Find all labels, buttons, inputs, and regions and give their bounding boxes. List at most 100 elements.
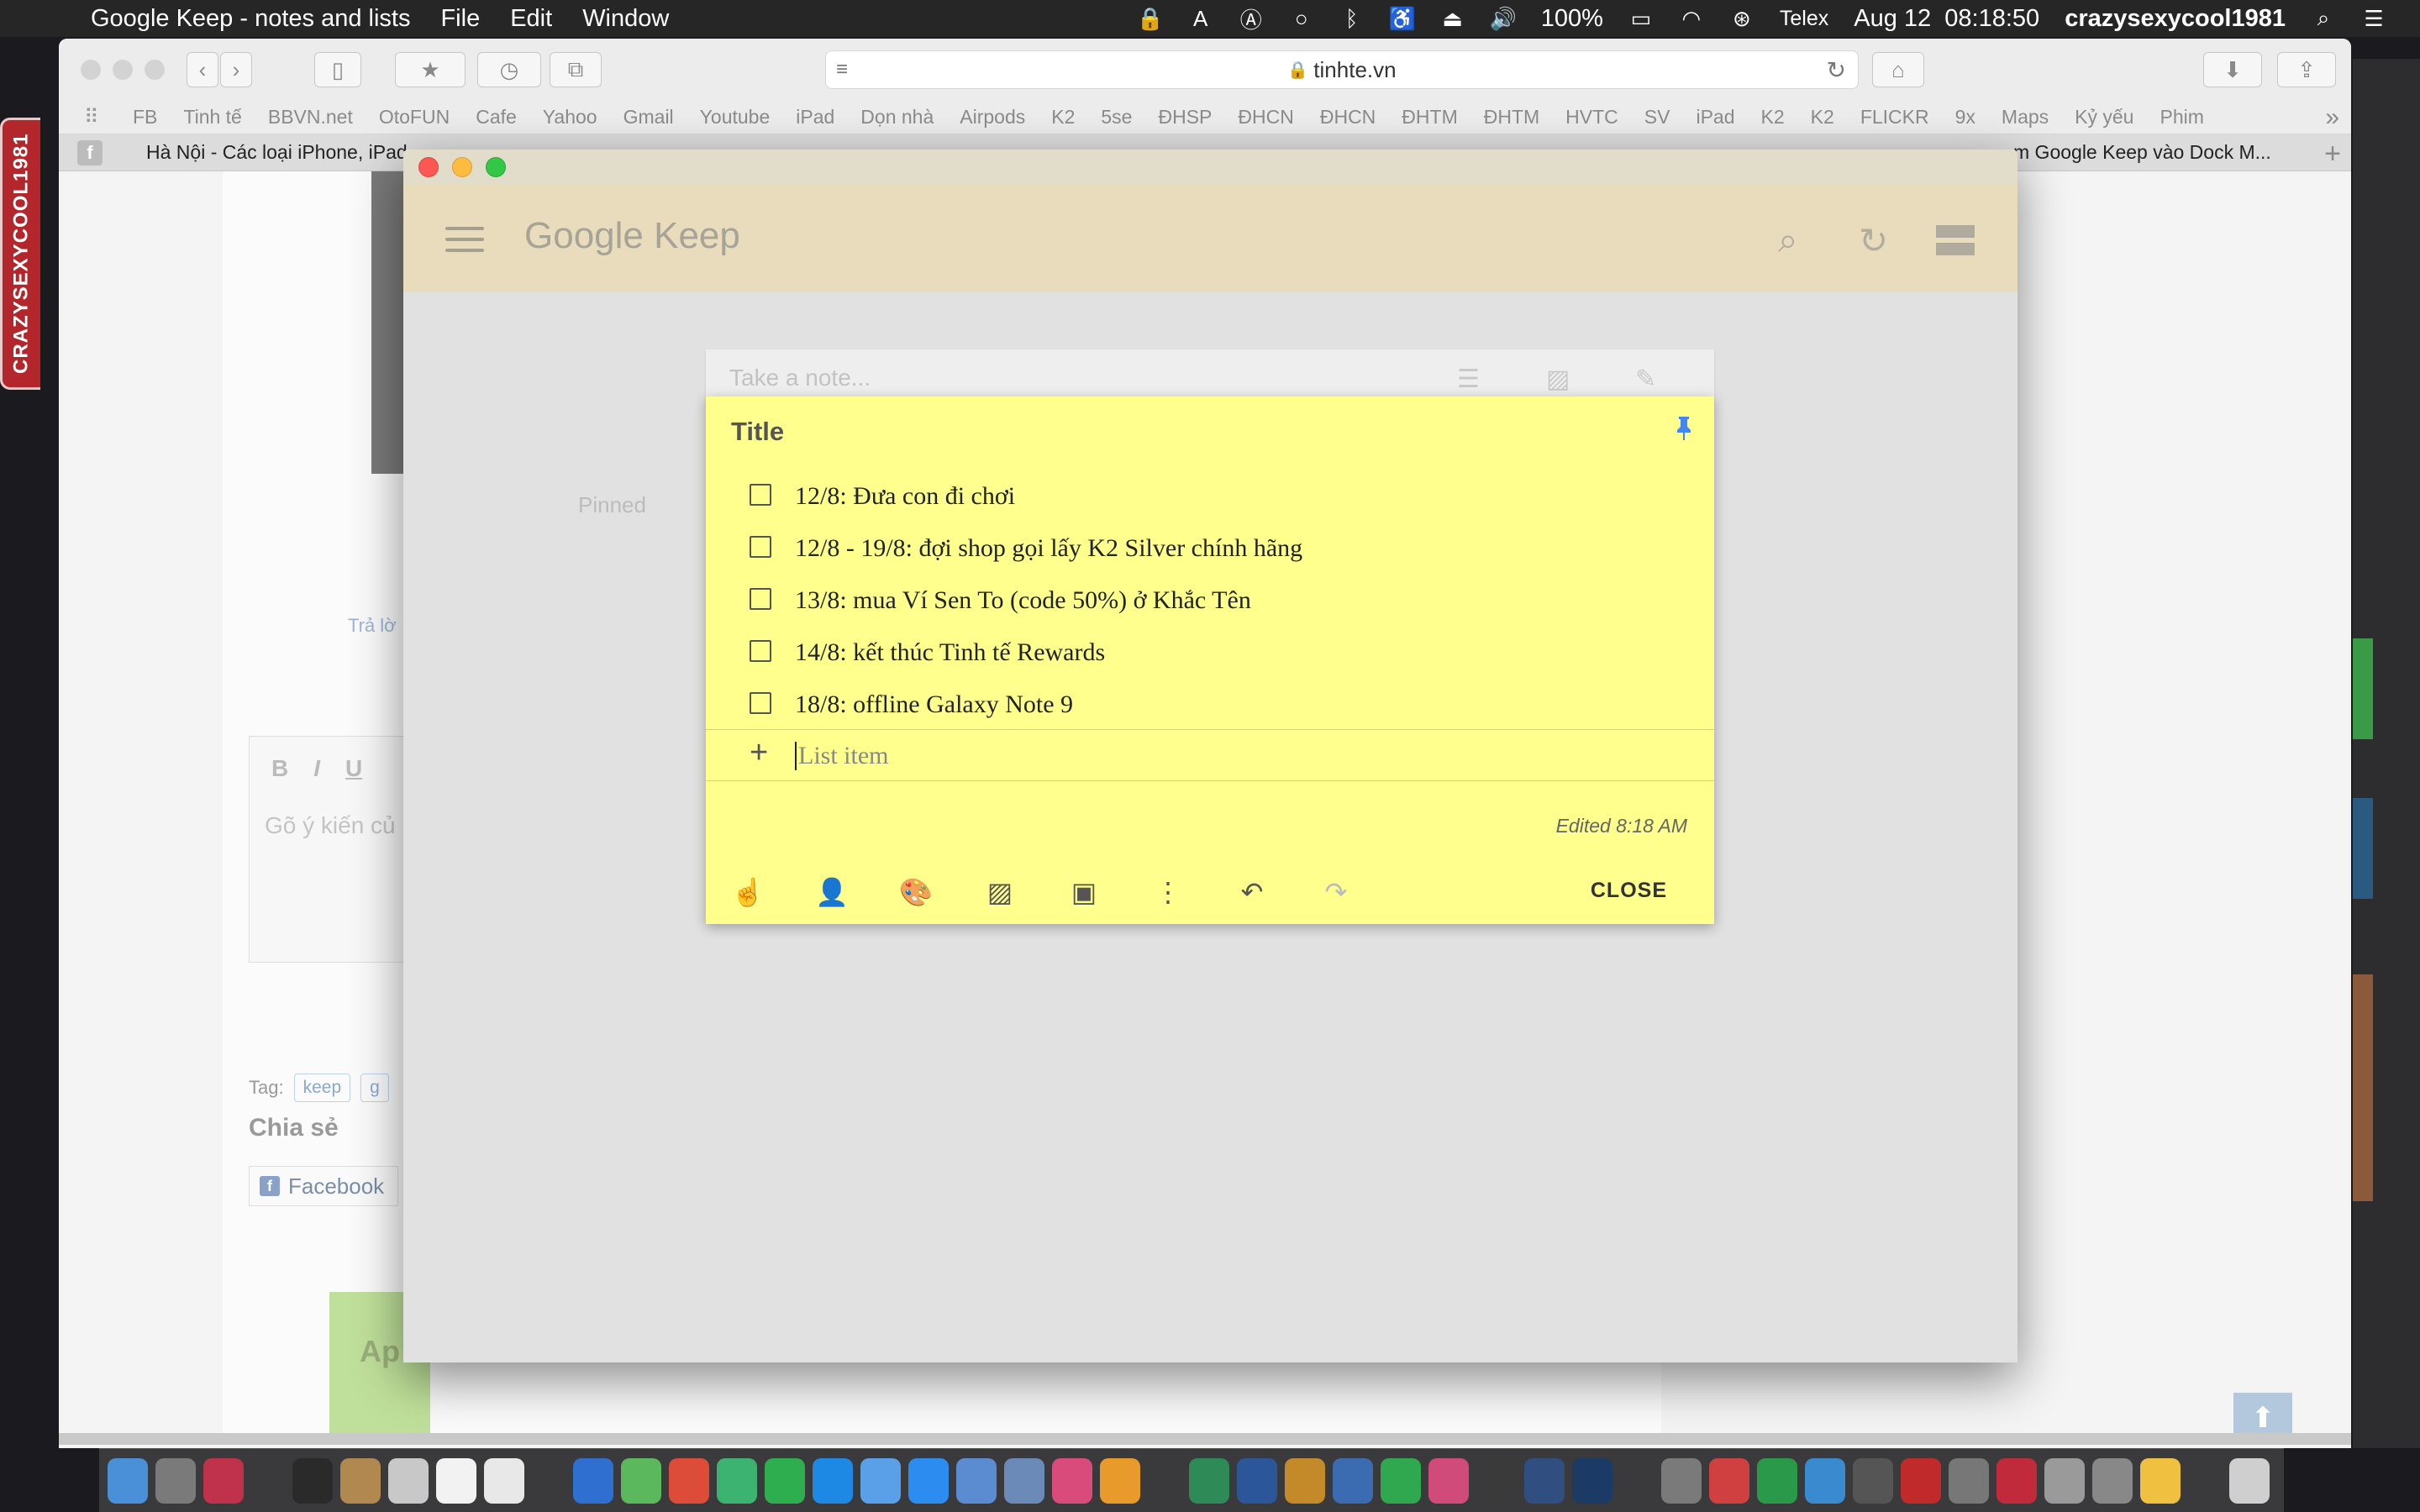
dock-app-icon[interactable] [2229,1457,2270,1504]
dock-app-icon[interactable] [1004,1457,1044,1504]
checkbox-icon[interactable] [750,536,771,558]
dock-app-icon[interactable] [573,1457,613,1504]
bookmark-item[interactable]: iPad [1696,106,1734,129]
bookmarks-star-icon[interactable]: ★ [395,52,466,87]
bold-icon[interactable]: B [271,755,288,782]
bookmark-item[interactable]: 9x [1955,106,1975,129]
bookmark-item[interactable]: Phim [2160,106,2203,129]
safari-minimize-button[interactable] [113,60,133,80]
dock-app-icon[interactable] [1949,1457,1989,1504]
dock-app-icon[interactable] [1476,1457,1517,1504]
pin-icon[interactable] [1674,415,1694,442]
keep-minimize-button[interactable] [452,157,472,177]
bookmark-item[interactable]: 5se [1101,106,1132,129]
accessibility-icon[interactable]: ♿ [1389,6,1416,31]
bookmark-item[interactable]: FLICKR [1860,106,1929,129]
bookmark-item[interactable]: Gmail [623,106,674,129]
top-sites-grid-icon[interactable]: ⠿ [84,105,109,129]
bookmark-item[interactable]: Youtube [700,106,771,129]
input-method-icon[interactable]: ⊛ [1729,6,1754,31]
take-note-placeholder[interactable]: Take a note... [729,365,871,391]
dock-app-icon[interactable] [2092,1457,2133,1504]
checklist-item[interactable]: 14/8: kết thúc Tinh tế Rewards [706,627,1714,679]
dock-app-icon[interactable] [436,1457,476,1504]
app-status-icon[interactable]: Ⓐ [1239,6,1264,33]
facebook-share-button[interactable]: f Facebook [249,1166,398,1206]
new-list-icon[interactable]: ☰ [1457,365,1480,394]
notification-center-icon[interactable]: ☰ [2361,6,2386,31]
close-note-button[interactable]: CLOSE [1591,879,1667,903]
reply-link[interactable]: Trả lờ [348,615,397,637]
checklist-item-text[interactable]: 12/8: Đưa con đi chơi [795,482,1015,511]
dock-app-icon[interactable] [1333,1457,1373,1504]
bookmark-item[interactable]: Maps [2002,106,2049,129]
horizontal-scrollbar[interactable] [59,1433,2351,1445]
menu-window[interactable]: Window [582,5,669,33]
new-tab-icon[interactable]: + [2324,138,2341,171]
reload-icon[interactable]: ↻ [1827,56,1846,84]
list-view-icon[interactable] [1936,225,1975,255]
new-drawing-icon[interactable]: ✎ [1635,365,1656,394]
dock-app-icon[interactable] [1189,1457,1229,1504]
dock-app-icon[interactable] [1237,1457,1277,1504]
bookmark-item[interactable]: Cafe [476,106,517,129]
lock-icon[interactable]: 🔒 [1137,6,1164,31]
dock-app-icon[interactable] [388,1457,429,1504]
safari-zoom-button[interactable] [145,60,165,80]
bookmark-item[interactable]: FB [133,106,157,129]
dock-app-icon[interactable] [1661,1457,1702,1504]
url-text[interactable]: tinhte.vn [1313,57,1396,83]
dock-app-icon[interactable] [1757,1457,1797,1504]
dock-app-icon[interactable] [1524,1457,1565,1504]
italic-icon[interactable]: I [313,755,320,782]
bookmark-item[interactable]: OtoFUN [379,106,450,129]
underline-icon[interactable]: U [345,755,362,782]
dock-app-icon[interactable] [765,1457,805,1504]
dock-app-icon[interactable] [813,1457,853,1504]
dock-app-icon[interactable] [1285,1457,1325,1504]
wifi-icon[interactable]: ◠ [1679,6,1704,31]
checklist-item[interactable]: 13/8: mua Ví Sen To (code 50%) ở Khắc Tê… [706,575,1714,627]
dock-app-icon[interactable] [1100,1457,1140,1504]
checklist-item[interactable]: 12/8 - 19/8: đợi shop gọi lấy K2 Silver … [706,522,1714,575]
safari-close-button[interactable] [81,60,101,80]
refresh-icon[interactable]: ↻ [1859,220,1888,261]
bookmark-item[interactable]: ĐHCN [1320,106,1376,129]
checkbox-icon[interactable] [750,588,771,610]
new-image-note-icon[interactable]: ▨ [1546,365,1570,394]
dock-app-icon[interactable] [108,1457,148,1504]
dock-app-icon[interactable] [908,1457,949,1504]
note-title[interactable]: Title [731,417,784,447]
checklist-item[interactable]: 12/8: Đưa con đi chơi [706,470,1714,522]
dock-app-icon[interactable] [2140,1457,2181,1504]
bookmark-item[interactable]: ĐHCN [1238,106,1293,129]
dock-app-icon[interactable] [1709,1457,1749,1504]
spotlight-search-icon[interactable]: ⌕ [2311,5,2336,31]
menu-user[interactable]: crazysexycool1981 [2065,5,2286,33]
adobe-icon[interactable]: A [1188,6,1213,31]
add-image-icon[interactable]: ▨ [983,875,1017,909]
address-bar[interactable]: ≡ 🔒 tinhte.vn ↻ [825,50,1859,89]
checkbox-icon[interactable] [750,640,771,662]
dock-app-icon[interactable] [621,1457,661,1504]
checklist-item[interactable]: 18/8: offline Galaxy Note 9 [706,679,1714,731]
tab-google-keep-dock[interactable]: m Google Keep vào Dock M... [2013,141,2271,164]
dock-app-icon[interactable] [1805,1457,1845,1504]
bookmarks-overflow-icon[interactable]: » [2325,103,2339,132]
undo-icon[interactable]: ↶ [1235,875,1269,909]
bookmark-item[interactable]: K2 [1811,106,1834,129]
new-list-item-row[interactable]: + List item [706,729,1714,781]
dock-app-icon[interactable] [1052,1457,1092,1504]
dock-app-icon[interactable] [1901,1457,1941,1504]
dock-app-icon[interactable] [669,1457,709,1504]
checkbox-icon[interactable] [750,484,771,506]
bookmark-item[interactable]: Tinh tế [183,106,241,129]
forward-icon[interactable]: › [220,52,252,87]
bookmark-item[interactable]: Airpods [960,106,1025,129]
menu-file[interactable]: File [440,5,480,33]
checkbox-icon[interactable] [750,692,771,714]
input-method-label[interactable]: Telex [1780,7,1828,31]
bookmark-item[interactable]: BBVN.net [268,106,353,129]
keep-logo[interactable]: Google Keep [524,215,740,257]
dock-app-icon[interactable] [484,1457,524,1504]
